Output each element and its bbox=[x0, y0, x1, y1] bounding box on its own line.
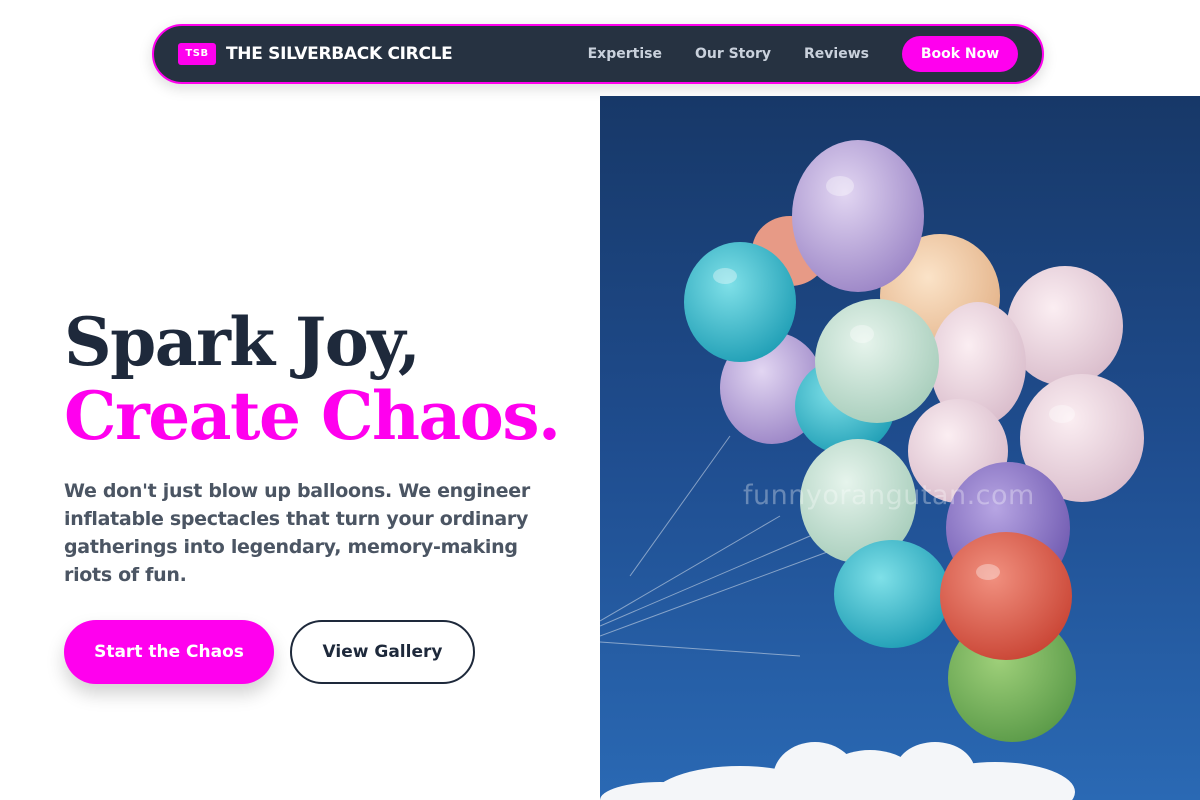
balloons-illustration bbox=[600, 96, 1200, 800]
hero-title: Spark Joy, Create Chaos. bbox=[64, 303, 561, 455]
nav-link-our-story[interactable]: Our Story bbox=[695, 46, 771, 62]
nav-links: Expertise Our Story Reviews Book Now bbox=[588, 36, 1018, 72]
start-the-chaos-button[interactable]: Start the Chaos bbox=[64, 620, 274, 684]
logo-badge[interactable]: TSB bbox=[178, 43, 216, 65]
brand-name[interactable]: THE SILVERBACK CIRCLE bbox=[226, 44, 453, 64]
image-watermark: funnyorangutan.com bbox=[743, 480, 1035, 511]
nav-link-reviews[interactable]: Reviews bbox=[804, 46, 869, 62]
hero-balloons-image: funnyorangutan.com bbox=[600, 96, 1200, 800]
navbar: TSB THE SILVERBACK CIRCLE Expertise Our … bbox=[152, 24, 1044, 84]
hero-description: We don't just blow up balloons. We engin… bbox=[64, 480, 530, 586]
book-now-button[interactable]: Book Now bbox=[902, 36, 1018, 72]
hero-title-line-2: Create Chaos. bbox=[64, 377, 561, 455]
view-gallery-button[interactable]: View Gallery bbox=[290, 620, 475, 684]
hero-title-line-1: Spark Joy, bbox=[64, 303, 421, 381]
nav-link-expertise[interactable]: Expertise bbox=[588, 46, 662, 62]
